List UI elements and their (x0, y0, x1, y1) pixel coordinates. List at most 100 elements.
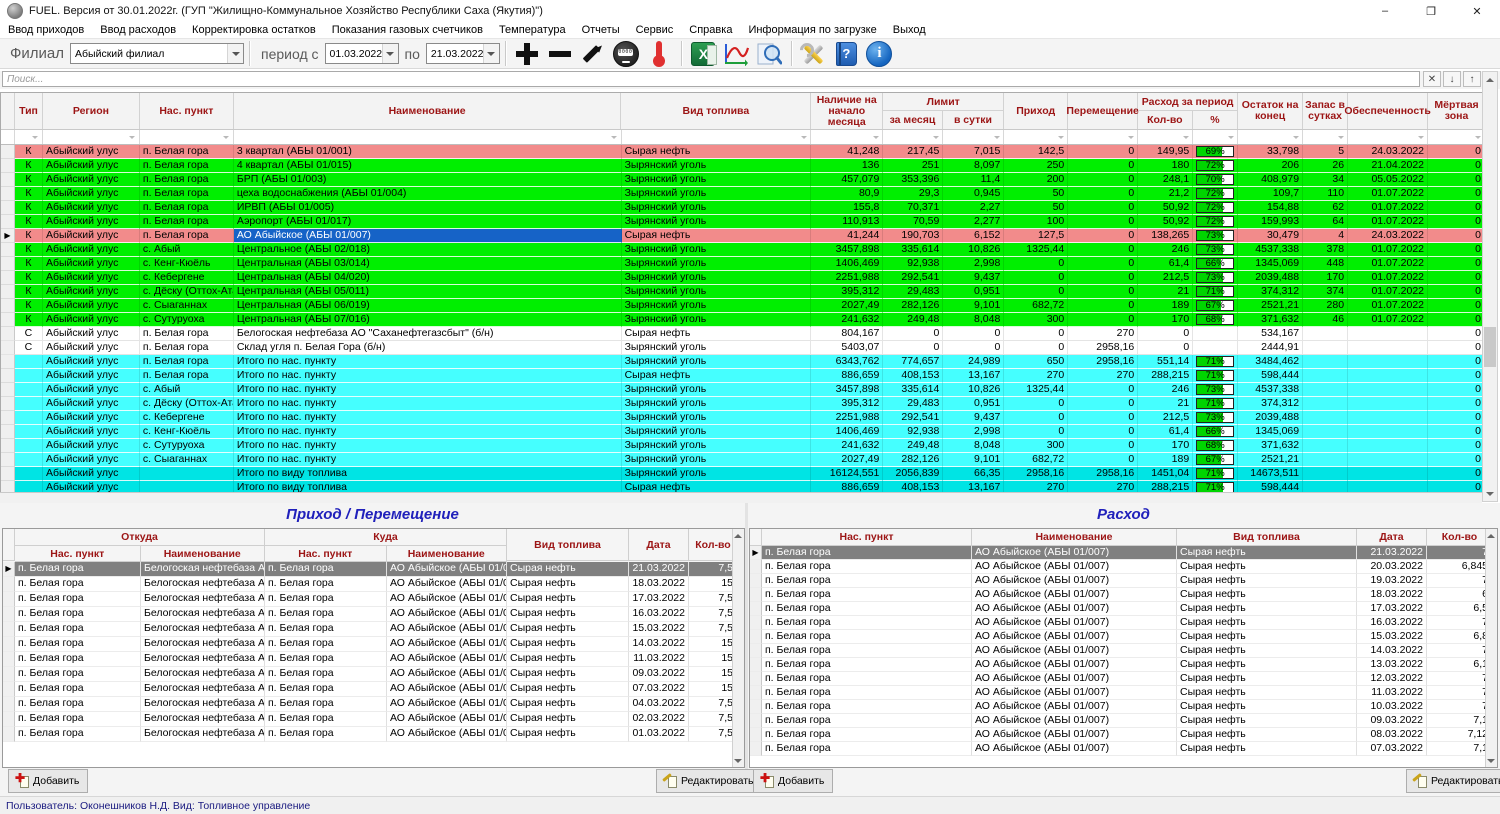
close-button[interactable]: ✕ (1454, 0, 1500, 22)
table-row[interactable]: п. Белая гораАО Абыйское (АБЫ 01/007)Сыр… (750, 602, 1497, 616)
income-add-button[interactable]: ✚ Добавить (8, 769, 88, 793)
table-row[interactable]: КАбыйский улусп. Белая гора3 квартал (АБ… (1, 145, 1485, 159)
menu-item-выход[interactable]: Выход (885, 22, 934, 38)
column-header-type[interactable]: Тип (15, 93, 43, 129)
search-next-button[interactable]: ↓ (1443, 71, 1461, 87)
table-row[interactable]: п. Белая гораБелогоская нефтебаза АО "Са… (3, 682, 744, 697)
column-header-from-name[interactable]: Наименование (141, 546, 265, 562)
scroll-up-icon[interactable] (733, 529, 743, 542)
scrollbar-thumb[interactable] (1484, 327, 1496, 367)
table-row[interactable]: КАбыйский улусс. КебергенеЦентральная (А… (1, 271, 1485, 285)
filter-dropdown-icon[interactable] (221, 132, 232, 142)
search-clear-button[interactable]: ✕ (1423, 71, 1441, 87)
table-row[interactable]: п. Белая гораАО Абыйское (АБЫ 01/007)Сыр… (750, 714, 1497, 728)
expense-add-button[interactable]: ✚ Добавить (753, 769, 833, 793)
column-header-provision[interactable]: Обеспеченность (1348, 93, 1428, 129)
table-row[interactable]: Абыйский улусс. СутуруохаИтого по нас. п… (1, 439, 1485, 453)
expense-edit-button[interactable]: Редактировать (1406, 769, 1500, 793)
table-row[interactable]: п. Белая гораАО Абыйское (АБЫ 01/007)Сыр… (750, 588, 1497, 602)
table-row[interactable]: Абыйский улусс. СыаганнахИтого по нас. п… (1, 453, 1485, 467)
column-header-expense-qty[interactable]: Кол-во (1138, 111, 1192, 129)
menu-item-информация-по-загрузке[interactable]: Информация по загрузке (740, 22, 884, 38)
scroll-up-icon[interactable] (1486, 529, 1496, 542)
table-row[interactable]: п. Белая гораАО Абыйское (АБЫ 01/007)Сыр… (750, 616, 1497, 630)
filter-dropdown-icon[interactable] (1180, 132, 1191, 142)
vertical-scrollbar[interactable] (1485, 529, 1497, 767)
table-row[interactable]: КАбыйский улусс. Дёску (Оттох-Атах)Центр… (1, 285, 1485, 299)
filter-dropdown-icon[interactable] (609, 132, 620, 142)
scroll-down-icon[interactable] (733, 754, 743, 767)
column-header-name[interactable]: Наименование (972, 529, 1177, 546)
remove-button[interactable] (544, 40, 577, 67)
column-header-date[interactable]: Дата (1357, 529, 1427, 546)
table-row[interactable]: КАбыйский улусп. Белая гораБРП (АБЫ 01/0… (1, 173, 1485, 187)
table-row[interactable]: Абыйский улусс. АбыйИтого по нас. пункту… (1, 383, 1485, 397)
gas-meter-button[interactable]: 00000 (610, 40, 643, 67)
help-button[interactable]: ? (830, 40, 863, 67)
edit-button[interactable] (577, 40, 610, 67)
search-prev-button[interactable]: ↑ (1463, 71, 1481, 87)
column-header-to-settlement[interactable]: Нас. пункт (265, 546, 387, 562)
menu-item-сервис[interactable]: Сервис (628, 22, 682, 38)
restore-button[interactable]: ❐ (1408, 0, 1454, 22)
table-row[interactable]: п. Белая гораАО Абыйское (АБЫ 01/007)Сыр… (750, 672, 1497, 686)
column-header-name[interactable]: Наименование (234, 93, 622, 129)
table-row[interactable]: ▶п. Белая гораАО Абыйское (АБЫ 01/007)Сы… (750, 546, 1497, 560)
filter-dropdown-icon[interactable] (1055, 132, 1066, 142)
period-to-combobox[interactable]: 21.03.2022 (426, 43, 500, 64)
filter-dropdown-icon[interactable] (930, 132, 941, 142)
table-row[interactable]: КАбыйский улусп. Белая гораАэропорт (АБЫ… (1, 215, 1485, 229)
table-row[interactable]: п. Белая гораАО Абыйское (АБЫ 01/007)Сыр… (750, 630, 1497, 644)
period-from-combobox[interactable]: 01.03.2022 (325, 43, 399, 64)
filter-dropdown-icon[interactable] (127, 132, 138, 142)
table-row[interactable]: Абыйский улусс. КебергенеИтого по нас. п… (1, 411, 1485, 425)
table-row[interactable]: п. Белая гораБелогоская нефтебаза АО "Са… (3, 667, 744, 682)
column-header-end-balance[interactable]: Остаток на конец (1238, 93, 1303, 129)
excel-export-button[interactable]: X (687, 40, 720, 67)
menu-item-ввод-приходов[interactable]: Ввод приходов (0, 22, 92, 38)
table-row[interactable]: п. Белая гораАО Абыйское (АБЫ 01/007)Сыр… (750, 686, 1497, 700)
menu-item-показания-газовых-счетчиков[interactable]: Показания газовых счетчиков (324, 22, 491, 38)
column-header-limit[interactable]: Лимит (883, 93, 1003, 111)
print-preview-button[interactable] (753, 40, 786, 67)
filter-dropdown-icon[interactable] (30, 132, 41, 142)
about-button[interactable]: i (863, 40, 896, 67)
column-header-settlement[interactable]: Нас. пункт (762, 529, 972, 546)
table-row[interactable]: КАбыйский улусс. АбыйЦентральное (АБЫ 02… (1, 243, 1485, 257)
table-row[interactable]: КАбыйский улусс. СыаганнахЦентральная (А… (1, 299, 1485, 313)
table-row[interactable]: п. Белая гораБелогоская нефтебаза АО "Са… (3, 607, 744, 622)
table-row[interactable]: КАбыйский улусп. Белая гораИРВП (АБЫ 01/… (1, 201, 1485, 215)
add-button[interactable] (511, 40, 544, 67)
temperature-button[interactable] (643, 40, 676, 67)
table-row[interactable]: ▶КАбыйский улусп. Белая гораАО Абыйское … (1, 229, 1485, 243)
table-row[interactable]: САбыйский улусп. Белая гораБелогоская не… (1, 327, 1485, 341)
settings-button[interactable] (797, 40, 830, 67)
filter-dropdown-icon[interactable] (1125, 132, 1136, 142)
filter-dropdown-icon[interactable] (870, 132, 881, 142)
table-row[interactable]: п. Белая гораБелогоская нефтебаза АО "Са… (3, 592, 744, 607)
search-input[interactable] (2, 71, 1420, 87)
column-header-region[interactable]: Регион (43, 93, 140, 129)
filial-combobox[interactable]: Абыйский филиал (70, 43, 244, 64)
table-row[interactable]: п. Белая гораАО Абыйское (АБЫ 01/007)Сыр… (750, 644, 1497, 658)
table-row[interactable]: Абыйский улусИтого по виду топливаЗырянс… (1, 467, 1485, 481)
table-row[interactable]: п. Белая гораБелогоская нефтебаза АО "Са… (3, 712, 744, 727)
menu-item-отчеты[interactable]: Отчеты (574, 22, 628, 38)
menu-item-справка[interactable]: Справка (681, 22, 740, 38)
minimize-button[interactable]: – (1362, 0, 1408, 22)
table-row[interactable]: п. Белая гораАО Абыйское (АБЫ 01/007)Сыр… (750, 742, 1497, 756)
table-row[interactable]: п. Белая гораАО Абыйское (АБЫ 01/007)Сыр… (750, 700, 1497, 714)
column-header-qty[interactable]: Кол-во (1427, 529, 1492, 546)
column-header-to[interactable]: Куда (265, 529, 506, 546)
table-row[interactable]: п. Белая гораАО Абыйское (АБЫ 01/007)Сыр… (750, 574, 1497, 588)
table-row[interactable]: п. Белая гораАО Абыйское (АБЫ 01/007)Сыр… (750, 658, 1497, 672)
table-row[interactable]: САбыйский улусп. Белая гораСклад угля п.… (1, 341, 1485, 355)
table-row[interactable]: п. Белая гораБелогоская нефтебаза АО "Са… (3, 652, 744, 667)
table-row[interactable]: КАбыйский улусс. Кенг-КюёльЦентральная (… (1, 257, 1485, 271)
column-header-date[interactable]: Дата (629, 529, 689, 561)
column-header-dead-zone[interactable]: Мёртвая зона (1428, 93, 1485, 129)
column-header-fuel[interactable]: Вид топлива (1177, 529, 1357, 546)
column-header-settlement[interactable]: Нас. пункт (140, 93, 234, 129)
vertical-scrollbar[interactable] (1482, 71, 1498, 502)
column-header-fuel[interactable]: Вид топлива (621, 93, 811, 129)
